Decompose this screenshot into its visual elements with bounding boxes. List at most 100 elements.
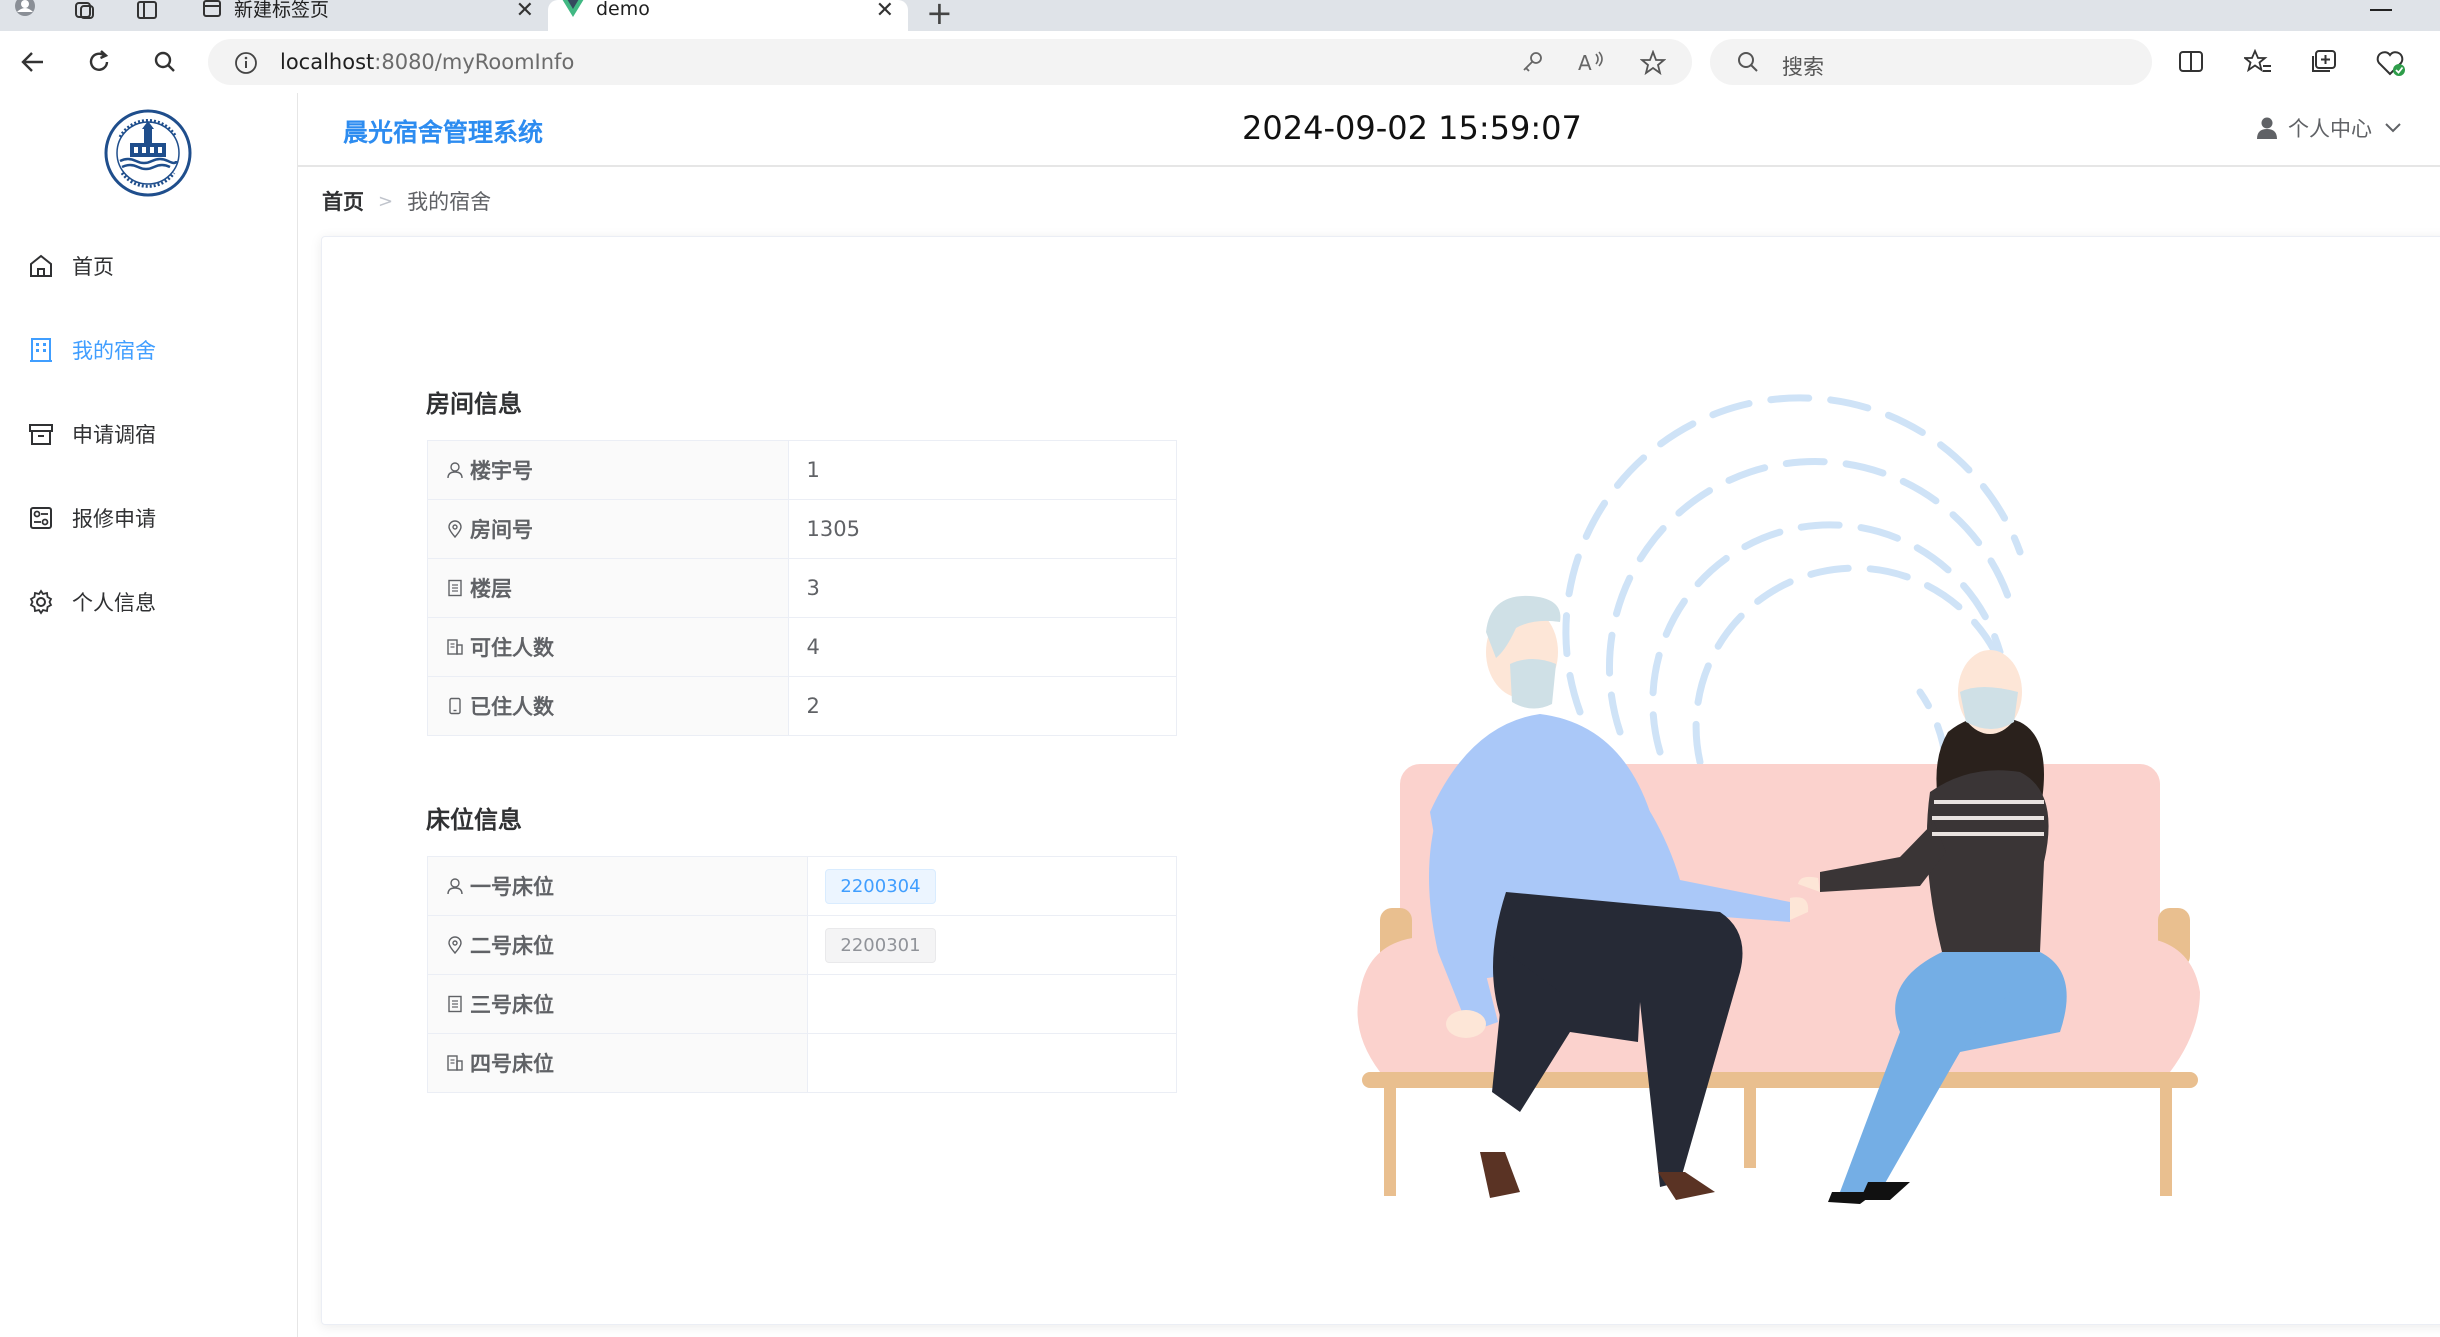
document-icon (448, 579, 462, 597)
sidebar-item-my-dorm[interactable]: 我的宿舍 (0, 307, 297, 391)
box-icon (29, 424, 53, 445)
room-info-title: 房间信息 (426, 390, 522, 418)
row-label: 二号床位 (426, 915, 809, 975)
label-text: 楼层 (470, 577, 512, 601)
user-center-label: 个人中心 (2288, 117, 2372, 141)
tab-new-tab[interactable]: 新建标签页 ✕ (188, 0, 548, 31)
row-label: 楼宇号 (426, 440, 790, 500)
home-icon (30, 254, 52, 277)
user-icon (447, 462, 463, 479)
office-icon (447, 639, 463, 655)
favorite-star-icon[interactable] (1640, 50, 1666, 76)
reload-icon (89, 50, 109, 71)
url-text: localhost:8080/myRoomInfo (280, 50, 574, 74)
phone-icon (449, 697, 461, 715)
office-icon (447, 1055, 463, 1071)
label-text: 二号床位 (470, 934, 554, 958)
label-text: 四号床位 (470, 1052, 554, 1076)
student-id-tag: 2200304 (825, 868, 936, 904)
tab-label: 新建标签页 (234, 0, 330, 21)
app-header: 晨光宿舍管理系统 2024-09-02 15:59:07 个人中心 (298, 93, 2440, 167)
row-value: 2 (788, 676, 1177, 736)
favorites-icon[interactable] (2244, 49, 2272, 75)
sidebar-item-repair-request[interactable]: 报修申请 (0, 475, 297, 559)
search-page-button[interactable] (148, 45, 182, 79)
new-tab-button[interactable]: + (926, 0, 953, 32)
user-icon (2257, 117, 2277, 139)
site-info-icon[interactable] (234, 51, 258, 75)
tab-demo[interactable]: demo ✕ (548, 0, 908, 31)
chevron-down-icon (2385, 123, 2401, 133)
document-icon (448, 995, 462, 1013)
address-bar[interactable]: localhost:8080/myRoomInfo A (208, 39, 1692, 85)
reload-button[interactable] (82, 45, 116, 79)
label-text: 一号床位 (470, 875, 554, 899)
gear-icon (29, 589, 53, 615)
back-button[interactable] (16, 45, 50, 79)
row-label: 可住人数 (426, 617, 790, 677)
vertical-tabs-icon[interactable] (132, 0, 162, 22)
row-value: 1 (788, 440, 1177, 500)
table-row: 四号床位 (426, 1033, 1177, 1093)
svg-text:A: A (1578, 51, 1592, 74)
row-value (807, 1033, 1177, 1093)
table-row: 可住人数 4 (426, 617, 1177, 677)
sidebar-item-label: 我的宿舍 (72, 339, 156, 363)
sidebar-item-label: 申请调宿 (72, 423, 156, 447)
location-icon (448, 936, 462, 954)
arrow-left-icon (21, 52, 43, 72)
repair-form-icon (30, 507, 52, 529)
table-row: 一号床位 2200304 (426, 856, 1177, 916)
search-placeholder: 搜索 (1782, 55, 1824, 79)
tab-label: demo (596, 0, 650, 20)
user-icon (447, 878, 463, 895)
collections-icon[interactable] (2310, 49, 2338, 75)
browser-tabstrip: 新建标签页 ✕ demo ✕ + (0, 0, 2440, 32)
close-tab-icon[interactable]: ✕ (876, 0, 894, 23)
minimize-window-icon[interactable] (2370, 9, 2392, 11)
row-label: 一号床位 (426, 856, 809, 916)
url-host: localhost (280, 50, 375, 74)
university-logo (104, 109, 192, 197)
label-text: 可住人数 (470, 636, 554, 660)
row-value: 1305 (788, 499, 1177, 559)
read-aloud-icon[interactable]: A (1578, 50, 1606, 74)
table-row: 三号床位 (426, 974, 1177, 1034)
sidebar-item-label: 个人信息 (72, 591, 156, 615)
row-label: 楼层 (426, 558, 790, 618)
row-value: 3 (788, 558, 1177, 618)
split-screen-icon[interactable] (2178, 49, 2204, 75)
browser-search-box[interactable]: 搜索 (1710, 39, 2152, 85)
vue-logo-icon (562, 0, 584, 17)
key-icon[interactable] (1520, 50, 1544, 74)
breadcrumb: 首页 > 我的宿舍 (322, 186, 491, 216)
profile-icon[interactable] (10, 0, 40, 22)
sidebar: 首页 我的宿舍 申请调宿 报修申请 个人信息 (0, 93, 298, 1337)
room-info-table: 楼宇号 1 房间号 1305 楼层 3 可住人数 4 已住人数 2 (426, 440, 1177, 736)
app-title: 晨光宿舍管理系统 (343, 118, 544, 147)
table-row: 楼宇号 1 (426, 440, 1177, 500)
row-value: 2200304 (807, 856, 1177, 916)
table-row: 房间号 1305 (426, 499, 1177, 559)
sidebar-item-profile[interactable]: 个人信息 (0, 559, 297, 643)
roommates-illustration (1357, 394, 2200, 1204)
browser-toolbar: localhost:8080/myRoomInfo A 搜索 (0, 31, 2440, 94)
browser-essentials-icon[interactable] (2376, 49, 2406, 77)
bed-info-table: 一号床位 2200304 二号床位 2200301 三号床位 四号床位 (426, 856, 1177, 1093)
breadcrumb-current: 我的宿舍 (407, 190, 492, 214)
student-id-tag: 2200301 (825, 927, 936, 963)
row-value (807, 974, 1177, 1034)
sidebar-item-transfer-request[interactable]: 申请调宿 (0, 391, 297, 475)
close-tab-icon[interactable]: ✕ (516, 0, 534, 23)
breadcrumb-home[interactable]: 首页 (322, 186, 364, 216)
row-value: 4 (788, 617, 1177, 677)
sidebar-item-home[interactable]: 首页 (0, 223, 297, 307)
label-text: 房间号 (470, 518, 533, 542)
workspaces-icon[interactable] (70, 0, 100, 22)
row-label: 房间号 (426, 499, 790, 559)
label-text: 楼宇号 (470, 459, 533, 483)
search-icon (154, 51, 175, 72)
current-time: 2024-09-02 15:59:07 (1242, 109, 1582, 147)
new-tab-page-icon (203, 0, 221, 17)
user-center-dropdown[interactable]: 个人中心 (2256, 113, 2402, 143)
